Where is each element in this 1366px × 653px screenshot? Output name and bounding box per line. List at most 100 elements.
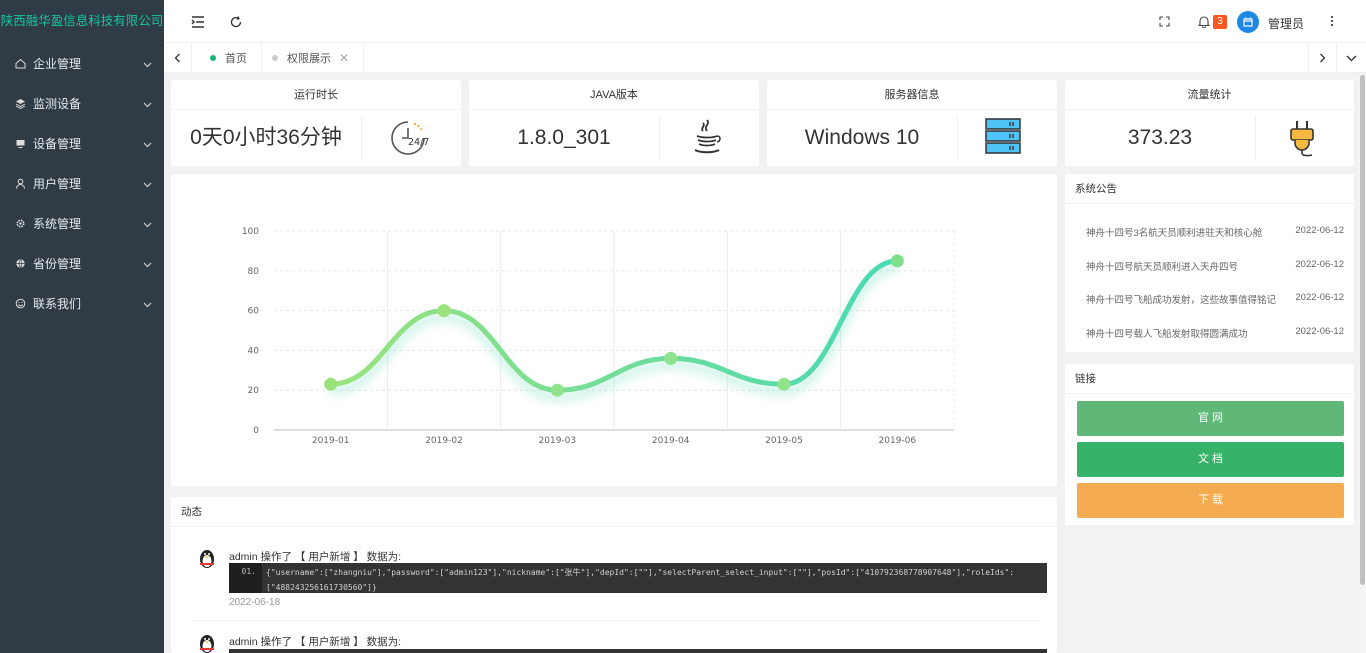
notice-date: 2022-06-12 bbox=[1295, 326, 1344, 338]
brand-title[interactable]: 陕西融华盈信息科技有限公司 bbox=[0, 0, 164, 43]
stat-title: 服务器信息 bbox=[767, 80, 1057, 110]
notice-item[interactable]: 神舟十四号3名航天员顺利进驻天和核心舱 2022-06-12 bbox=[1086, 225, 1344, 241]
active-dot bbox=[210, 55, 216, 61]
links-card: 链接 官 网 文 档 下 载 bbox=[1065, 364, 1354, 525]
scrollbar-thumb[interactable] bbox=[1360, 75, 1365, 585]
sidebar-item[interactable]: 系统管理 bbox=[0, 203, 164, 243]
stat-value: 373.23 bbox=[1127, 126, 1193, 149]
notice-item[interactable]: 神舟十四号航天员顺利进入天舟四号 2022-06-12 bbox=[1086, 259, 1344, 275]
stat-title: 流量统计 bbox=[1065, 80, 1354, 110]
data-point bbox=[550, 383, 564, 397]
layers-icon bbox=[14, 97, 26, 109]
inactive-dot bbox=[272, 55, 278, 61]
fullscreen-icon[interactable] bbox=[1154, 11, 1174, 31]
notice-text[interactable]: 神舟十四号飞船成功发射，这些故事值得铭记 bbox=[1086, 295, 1276, 306]
stat-value: 1.8.0_301 bbox=[517, 126, 611, 149]
x-tick-label: 2019-02 bbox=[425, 436, 463, 446]
stat-value: Windows 10 bbox=[804, 126, 920, 149]
scrollbar[interactable] bbox=[1359, 73, 1366, 653]
tab-menu-dropdown-icon[interactable] bbox=[1336, 43, 1366, 73]
chevron-down-icon bbox=[143, 178, 152, 188]
line-chart: 0 20 40 60 80 100 2019-01 2019-02 2019-03 2019-04… bbox=[242, 227, 955, 446]
avatar[interactable] bbox=[1237, 11, 1259, 33]
code-block bbox=[229, 649, 1047, 653]
y-tick-label: 0 bbox=[253, 426, 259, 436]
notice-date: 2022-06-12 bbox=[1295, 225, 1344, 236]
home-icon bbox=[14, 57, 26, 69]
notice-text[interactable]: 神舟十四号载人飞船发射取得圆满成功 bbox=[1086, 329, 1248, 340]
chart-card: 0 20 40 60 80 100 2019-01 2019-02 2019-03 2019-04… bbox=[171, 174, 1057, 486]
chevron-down-icon bbox=[143, 218, 152, 228]
download-button[interactable]: 下 载 bbox=[1077, 483, 1344, 518]
sidebar-item[interactable]: 企业管理 bbox=[0, 43, 164, 83]
sidebar-item-label: 用户管理 bbox=[33, 176, 82, 191]
chevron-down-icon bbox=[143, 58, 152, 68]
activity-date: 2022-06-18 bbox=[229, 597, 281, 608]
sidebar-menu: 企业管理监测设备设备管理用户管理系统管理省份管理联系我们 bbox=[0, 43, 164, 323]
sidebar-item[interactable]: 用户管理 bbox=[0, 163, 164, 203]
x-tick-label: 2019-03 bbox=[539, 436, 577, 446]
notice-date: 2022-06-12 bbox=[1295, 292, 1344, 304]
data-point bbox=[890, 254, 904, 268]
x-tick-label: 2019-01 bbox=[312, 436, 350, 446]
sidebar-item[interactable]: 设备管理 bbox=[0, 123, 164, 163]
stat-value: 0天0小时36分钟 bbox=[190, 126, 342, 149]
activity-text: admin 操作了 【 用户新增 】 数据为: bbox=[229, 636, 402, 648]
tab-next-icon[interactable] bbox=[1308, 43, 1336, 73]
sidebar: 陕西融华盈信息科技有限公司 企业管理监测设备设备管理用户管理系统管理省份管理联系… bbox=[0, 0, 164, 653]
data-point bbox=[664, 351, 678, 365]
notice-date: 2022-06-12 bbox=[1295, 258, 1344, 270]
y-tick-label: 100 bbox=[242, 227, 259, 237]
y-tick-label: 80 bbox=[248, 267, 260, 277]
notice-text[interactable]: 神舟十四号航天员顺利进入天舟四号 bbox=[1086, 262, 1238, 273]
activity-title: 动态 bbox=[171, 497, 1057, 527]
header bbox=[164, 0, 1366, 43]
links-title: 链接 bbox=[1065, 364, 1354, 394]
chevron-down-icon bbox=[143, 298, 152, 308]
gear-icon bbox=[14, 217, 26, 229]
server-icon bbox=[983, 117, 1025, 159]
sidebar-item-label: 企业管理 bbox=[33, 56, 82, 71]
notification-badge[interactable]: 3 bbox=[1213, 15, 1227, 29]
stat-card-traffic: 流量统计 373.23 bbox=[1065, 80, 1354, 166]
x-tick-label: 2019-04 bbox=[652, 436, 690, 446]
username[interactable]: 管理员 bbox=[1268, 15, 1304, 32]
activity-card: 动态 admin 操作了 【 用户新增 】 数据为: 01. {"usernam… bbox=[171, 497, 1057, 653]
x-tick-label: 2019-05 bbox=[765, 436, 803, 446]
bell-icon[interactable] bbox=[1194, 11, 1214, 31]
notice-card: 系统公告 神舟十四号3名航天员顺利进驻天和核心舱 2022-06-12 神舟十四号航… bbox=[1065, 174, 1354, 352]
monitor-icon bbox=[14, 137, 26, 149]
notice-item[interactable]: 神舟十四号飞船成功发射，这些故事值得铭记 2022-06-12 bbox=[1086, 292, 1344, 308]
activity-text: admin 操作了 【 用户新增 】 数据为: bbox=[229, 551, 402, 563]
notice-item[interactable]: 神舟十四号载人飞船发射取得圆满成功 2022-06-12 bbox=[1086, 326, 1344, 342]
sidebar-item-label: 设备管理 bbox=[33, 136, 82, 151]
menu-fold-icon[interactable] bbox=[188, 12, 208, 32]
stat-title: JAVA版本 bbox=[469, 80, 759, 110]
tab-home[interactable]: 首页 bbox=[196, 43, 262, 73]
data-point bbox=[437, 304, 451, 318]
more-vertical-icon[interactable] bbox=[1322, 11, 1342, 31]
sidebar-item-label: 系统管理 bbox=[33, 216, 82, 231]
data-point bbox=[324, 377, 338, 391]
notice-text[interactable]: 神舟十四号3名航天员顺利进驻天和核心舱 bbox=[1086, 228, 1262, 239]
refresh-icon[interactable] bbox=[226, 12, 246, 32]
sidebar-item[interactable]: 省份管理 bbox=[0, 243, 164, 283]
tab-label: 首页 bbox=[225, 53, 247, 65]
y-tick-label: 20 bbox=[248, 386, 260, 396]
clock-icon-text: 24/7 bbox=[408, 137, 429, 148]
sidebar-item[interactable]: 联系我们 bbox=[0, 283, 164, 323]
sidebar-item-label: 联系我们 bbox=[33, 296, 82, 311]
line-number: 01. bbox=[229, 563, 262, 593]
close-icon[interactable]: ✕ bbox=[339, 51, 349, 65]
sidebar-item-label: 省份管理 bbox=[33, 256, 82, 271]
tab-label: 权限展示 bbox=[287, 53, 331, 65]
website-button[interactable]: 官 网 bbox=[1077, 401, 1344, 436]
sidebar-item[interactable]: 监测设备 bbox=[0, 83, 164, 123]
docs-button[interactable]: 文 档 bbox=[1077, 442, 1344, 477]
code-block: 01. {"username":["zhangniu"],"password":… bbox=[229, 563, 1047, 593]
tab-prev-icon[interactable] bbox=[164, 43, 192, 73]
tab-bar: 首页 权限展示 ✕ bbox=[164, 43, 1366, 73]
tab-permissions[interactable]: 权限展示 ✕ bbox=[258, 43, 365, 73]
y-tick-label: 60 bbox=[248, 307, 260, 317]
chevron-down-icon bbox=[143, 138, 152, 148]
